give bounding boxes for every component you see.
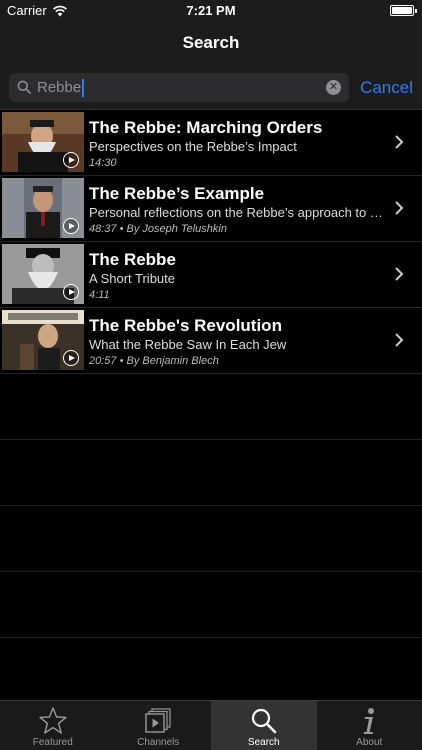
channels-icon <box>145 708 171 733</box>
results-list: The Rebbe: Marching Orders Perspectives … <box>0 110 422 638</box>
video-thumbnail <box>2 244 84 304</box>
tab-featured[interactable]: Featured <box>0 701 106 750</box>
chevron-right-icon <box>395 267 404 281</box>
video-title: The Rebbe <box>89 250 176 269</box>
cancel-button[interactable]: Cancel <box>360 78 413 98</box>
empty-row <box>0 374 422 440</box>
tab-label: Search <box>247 737 280 748</box>
clear-search-icon[interactable]: ✕ <box>326 80 341 95</box>
page-title: Search <box>182 33 240 52</box>
tab-about[interactable]: About <box>317 701 422 750</box>
video-meta: 4:11 <box>89 289 110 301</box>
video-title: The Rebbe's Revolution <box>89 316 282 335</box>
video-subtitle: Perspectives on the Rebbe’s Impact <box>89 139 297 154</box>
empty-row <box>0 440 422 506</box>
info-icon <box>363 708 375 734</box>
play-icon <box>63 284 79 300</box>
search-icon <box>251 708 277 734</box>
status-bar: Carrier 7:21 PM <box>0 0 422 22</box>
text-cursor <box>82 78 85 97</box>
tab-label: Channels <box>137 737 180 748</box>
list-item[interactable]: The Rebbe: Marching Orders Perspectives … <box>0 110 422 176</box>
chevron-right-icon <box>395 135 404 149</box>
search-input[interactable]: Rebbe ✕ <box>9 73 349 102</box>
video-subtitle: A Short Tribute <box>89 271 175 286</box>
status-time: 7:21 PM <box>186 3 236 18</box>
video-title: The Rebbe’s Example <box>89 184 265 203</box>
video-title: The Rebbe: Marching Orders <box>89 118 323 137</box>
search-bar: Rebbe ✕ Cancel <box>0 64 422 110</box>
video-thumbnail <box>2 310 84 370</box>
search-value: Rebbe <box>37 79 82 96</box>
navigation-bar: Search <box>0 22 422 64</box>
chevron-right-icon <box>395 201 404 215</box>
video-subtitle: Personal reflections on the Rebbe’s appr… <box>89 205 383 220</box>
tab-search[interactable]: Search <box>211 701 317 750</box>
play-icon <box>63 218 79 234</box>
video-thumbnail <box>2 178 84 238</box>
video-thumbnail <box>2 112 84 172</box>
video-meta: 48:37 • By Joseph Telushkin <box>89 223 227 235</box>
empty-row <box>0 506 422 572</box>
video-subtitle: What the Rebbe Saw In Each Jew <box>89 337 287 352</box>
play-icon <box>63 350 79 366</box>
list-item[interactable]: The Rebbe’s Example Personal reflections… <box>0 176 422 242</box>
star-icon <box>39 707 67 734</box>
tab-label: About <box>356 737 383 748</box>
video-meta: 20:57 • By Benjamin Blech <box>89 355 219 367</box>
tab-bar: Featured Channels Search About <box>0 700 422 750</box>
list-item[interactable]: The Rebbe's Revolution What the Rebbe Sa… <box>0 308 422 374</box>
battery-icon <box>390 5 417 16</box>
search-text: Rebbe <box>37 78 85 97</box>
tab-label: Featured <box>32 737 73 748</box>
play-icon <box>63 152 79 168</box>
search-icon <box>17 80 31 94</box>
list-item[interactable]: The Rebbe A Short Tribute 4:11 <box>0 242 422 308</box>
empty-row <box>0 572 422 638</box>
chevron-right-icon <box>395 333 404 347</box>
video-meta: 14:30 <box>89 157 117 169</box>
tab-channels[interactable]: Channels <box>106 701 212 750</box>
